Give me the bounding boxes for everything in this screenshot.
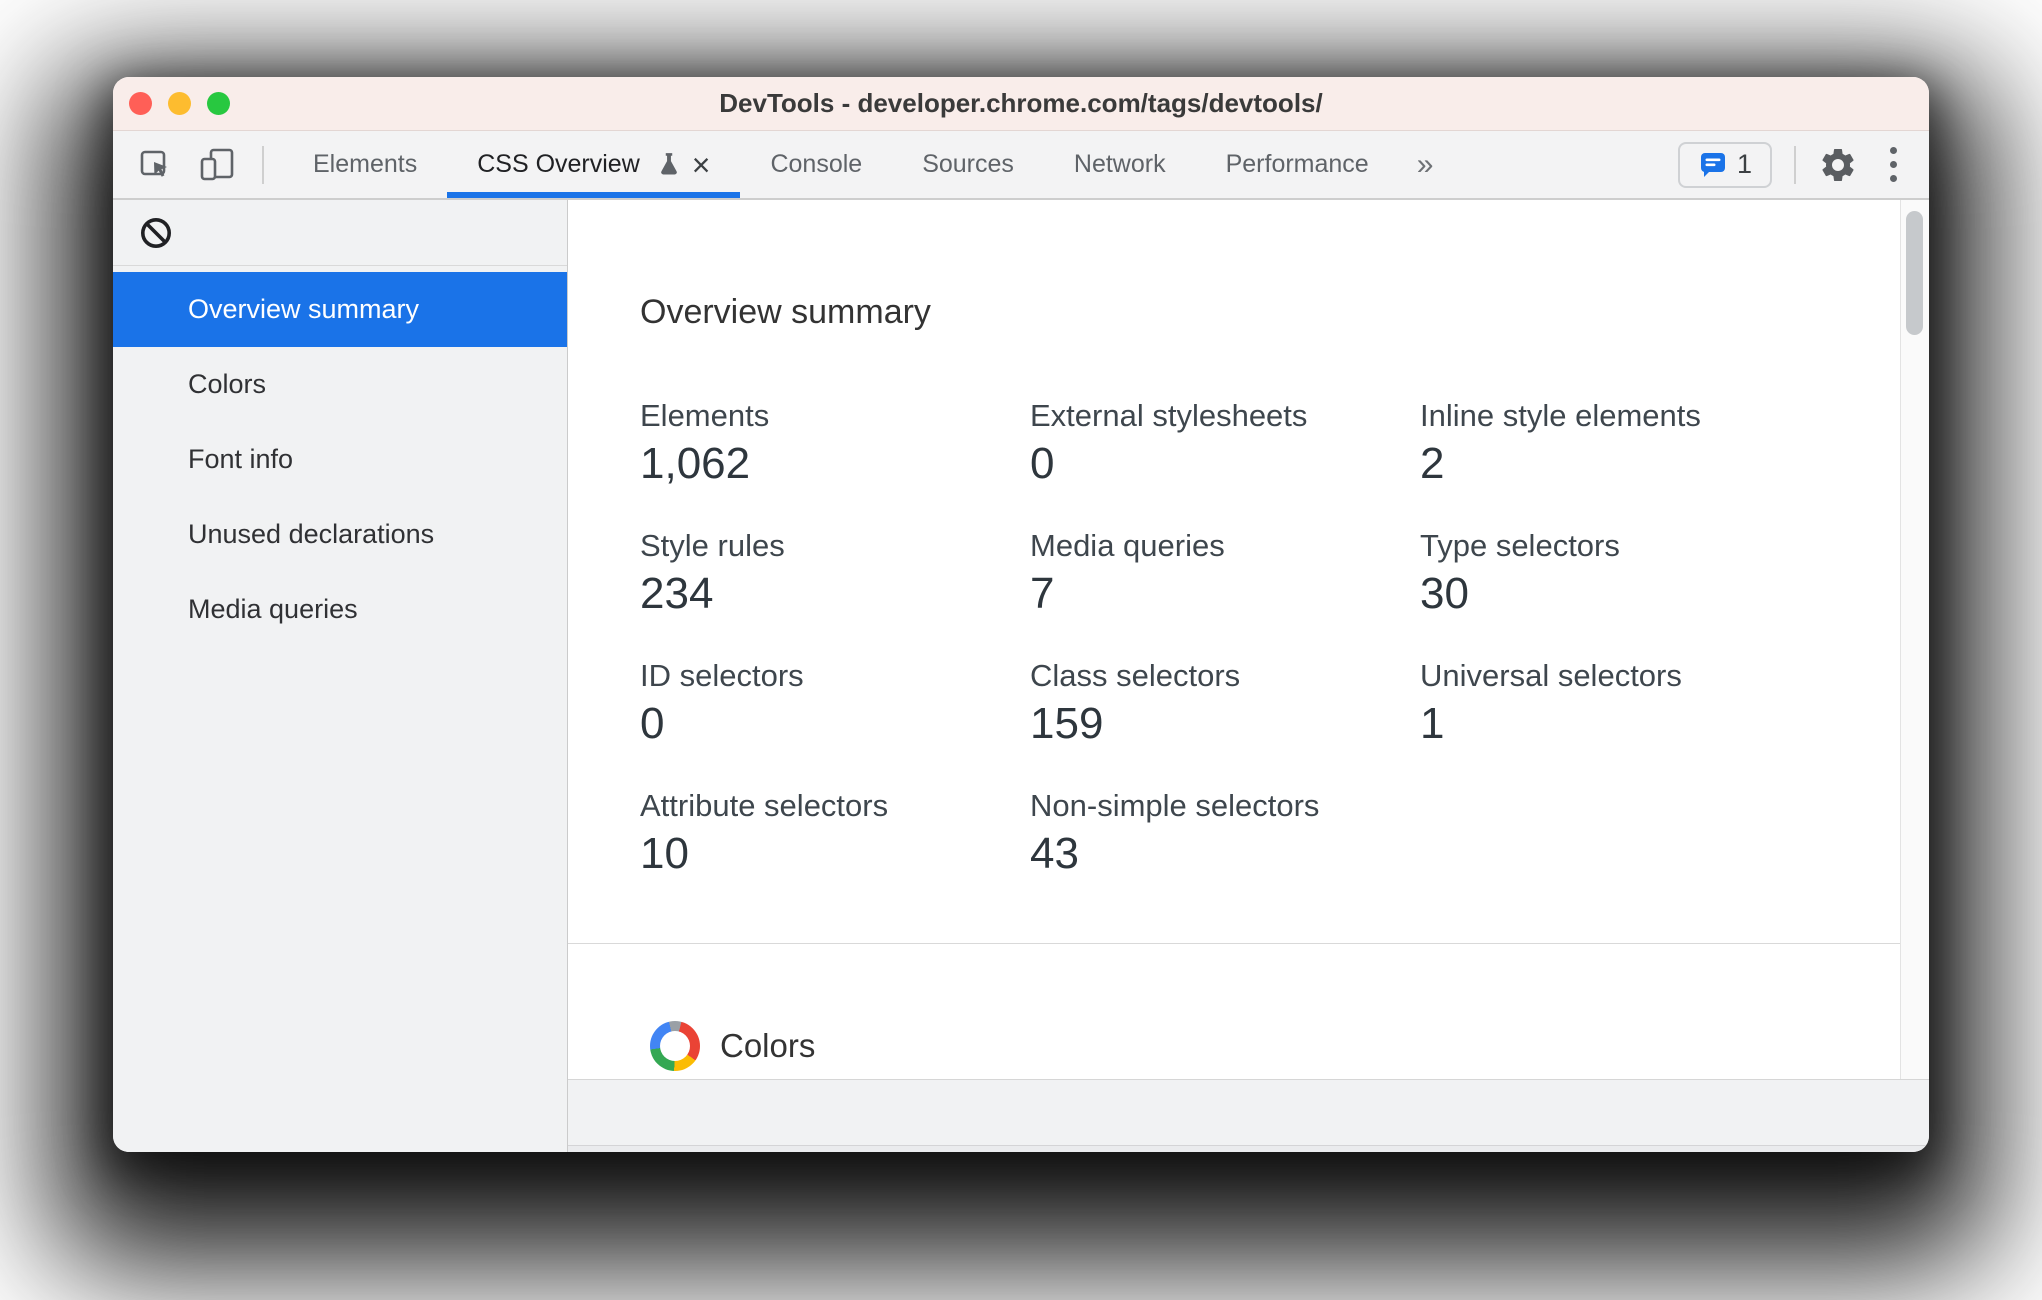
- tab-css-overview[interactable]: CSS Overview ×: [447, 131, 741, 198]
- stat-class-selectors: Class selectors 159: [1030, 658, 1241, 748]
- tab-elements[interactable]: Elements: [283, 131, 447, 198]
- customize-menu-icon[interactable]: [1880, 143, 1907, 186]
- issues-button[interactable]: 1: [1678, 141, 1772, 188]
- window-bottom-strip: [568, 1145, 1929, 1152]
- traffic-lights: [129, 77, 230, 130]
- stat-style-rules: Style rules 234: [640, 528, 785, 618]
- toolbar-separator: [1794, 145, 1796, 184]
- tab-performance[interactable]: Performance: [1196, 131, 1399, 198]
- devtools-toolbar: Elements CSS Overview × Console Sources: [113, 131, 1929, 200]
- sidebar-items: Overview summary Colors Font info Unused…: [113, 266, 567, 647]
- clear-overview-icon[interactable]: [138, 215, 174, 251]
- stat-type-selectors: Type selectors 30: [1420, 528, 1620, 618]
- main-panel: Overview summary Elements 1,062 External…: [568, 200, 1929, 1152]
- devtools-window: DevTools - developer.chrome.com/tags/dev…: [113, 77, 1929, 1152]
- panel-footer-area: [568, 1079, 1929, 1145]
- colors-section-header: Colors: [650, 1021, 815, 1071]
- stat-elements: Elements 1,062: [640, 398, 770, 488]
- stat-inline-style-elements: Inline style elements 2: [1420, 398, 1701, 488]
- stat-universal-selectors: Universal selectors 1: [1420, 658, 1682, 748]
- minimize-window-button[interactable]: [168, 92, 191, 115]
- summary-stats-grid: Elements 1,062 External stylesheets 0 In…: [640, 397, 1810, 917]
- css-overview-sidebar: Overview summary Colors Font info Unused…: [113, 200, 568, 1152]
- tab-console[interactable]: Console: [740, 131, 892, 198]
- page-title: Overview summary: [640, 293, 931, 331]
- stat-non-simple-selectors: Non-simple selectors 43: [1030, 788, 1320, 878]
- colors-section-title: Colors: [720, 1027, 816, 1064]
- toolbar-separator: [262, 145, 264, 184]
- window-title: DevTools - developer.chrome.com/tags/dev…: [719, 88, 1323, 118]
- settings-gear-icon[interactable]: [1818, 145, 1858, 185]
- device-toolbar-icon[interactable]: [198, 147, 236, 183]
- sidebar-toolbar: [113, 200, 567, 266]
- stat-attribute-selectors: Attribute selectors 10: [640, 788, 889, 878]
- close-tab-icon[interactable]: ×: [692, 149, 711, 181]
- panel-tabs: Elements CSS Overview × Console Sources: [283, 131, 1451, 198]
- screenshot-stage: DevTools - developer.chrome.com/tags/dev…: [0, 0, 2042, 1300]
- sidebar-item-media-queries[interactable]: Media queries: [113, 572, 567, 647]
- overview-summary-panel: Overview summary Elements 1,062 External…: [568, 200, 1929, 1079]
- issues-bubble-icon: [1698, 150, 1728, 180]
- sidebar-item-font-info[interactable]: Font info: [113, 422, 567, 497]
- stat-id-selectors: ID selectors 0: [640, 658, 804, 748]
- scrollbar-thumb[interactable]: [1906, 211, 1923, 335]
- zoom-window-button[interactable]: [207, 92, 230, 115]
- experiment-flask-icon: [656, 151, 682, 179]
- sidebar-item-colors[interactable]: Colors: [113, 347, 567, 422]
- more-tabs-chevron-icon[interactable]: »: [1399, 131, 1452, 198]
- titlebar: DevTools - developer.chrome.com/tags/dev…: [113, 77, 1929, 131]
- stat-external-stylesheets: External stylesheets 0: [1030, 398, 1308, 488]
- stat-media-queries: Media queries 7: [1030, 528, 1225, 618]
- sidebar-item-unused-declarations[interactable]: Unused declarations: [113, 497, 567, 572]
- tab-sources[interactable]: Sources: [892, 131, 1044, 198]
- issues-count: 1: [1736, 149, 1753, 179]
- inspect-element-icon[interactable]: [138, 148, 172, 182]
- vertical-scrollbar[interactable]: [1900, 200, 1929, 1079]
- sidebar-item-overview-summary[interactable]: Overview summary: [113, 272, 567, 347]
- close-window-button[interactable]: [129, 92, 152, 115]
- color-wheel-icon: [650, 1021, 700, 1071]
- section-divider: [568, 943, 1901, 944]
- tab-network[interactable]: Network: [1044, 131, 1196, 198]
